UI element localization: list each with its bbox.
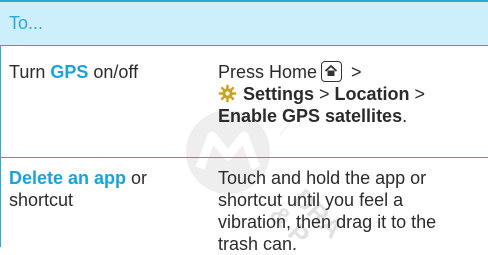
delete-app-keyword: Delete an app — [9, 168, 127, 188]
delete-instruction-line-1: Touch and hold the app or — [218, 168, 427, 188]
row-delete-label-line2: shortcut — [9, 190, 74, 210]
row-delete-label-line1: Delete an app or — [9, 167, 147, 189]
delete-instruction-line-4: trash can. — [218, 234, 298, 254]
row-delete-label-suffix: or — [126, 168, 148, 188]
row-divider — [0, 157, 488, 158]
location-menu-text: Location — [334, 84, 410, 104]
row-delete-instructions: Touch and hold the app or shortcut until… — [218, 167, 484, 255]
settings-menu-text: Settings — [243, 84, 315, 104]
row-gps-label-suffix: on/off — [88, 62, 139, 82]
separator-1: > — [314, 84, 335, 104]
row-gps-label-prefix: Turn — [9, 62, 51, 82]
press-home-suffix: > — [346, 62, 362, 82]
settings-gear-icon — [218, 84, 237, 103]
instruction-line-2: Settings > Location > — [218, 83, 484, 105]
gps-keyword: GPS — [50, 62, 89, 82]
press-home-text: Press Home — [218, 62, 318, 82]
separator-2: > — [409, 84, 426, 104]
instruction-line-3: Enable GPS satellites. — [218, 105, 484, 127]
home-key-icon — [321, 61, 343, 82]
delete-instruction-line-3: vibration, then drag it to the — [218, 212, 437, 232]
instruction-line-1: Press Home > — [218, 61, 484, 83]
delete-instruction-line-2: shortcut until you feel a — [218, 190, 404, 210]
header-title: To... — [9, 13, 44, 33]
header-bottom-rule — [0, 45, 488, 46]
row-gps-label: Turn GPS on/off — [9, 61, 138, 83]
enable-gps-text: Enable GPS satellites — [218, 106, 403, 126]
row-delete-label: Delete an app or shortcut — [9, 167, 147, 211]
row-gps-instructions: Press Home > Settings > Location > Enabl… — [218, 61, 484, 127]
table-header: To... — [0, 2, 488, 45]
instruction-period: . — [402, 106, 408, 126]
